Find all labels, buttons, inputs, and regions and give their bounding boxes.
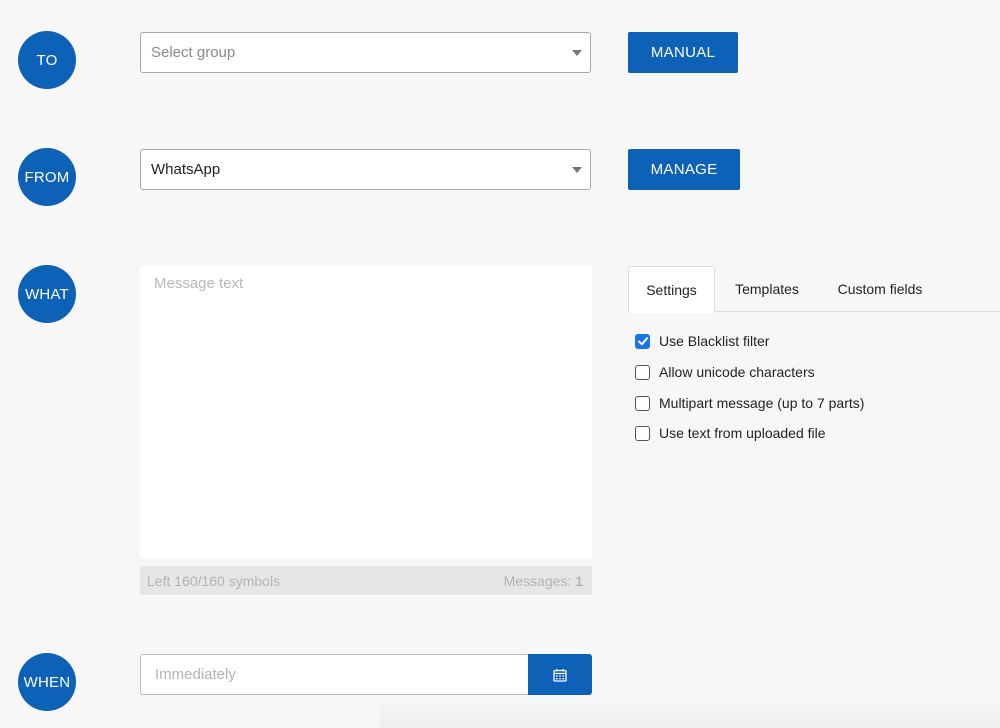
- checkbox-checked[interactable]: [635, 333, 650, 349]
- symbols-left-text: Left 160/160 symbols: [147, 572, 281, 589]
- tab-templates[interactable]: Templates: [721, 266, 813, 312]
- messages-count-text: Messages: 1: [504, 573, 583, 589]
- step-when-badge: WHEN: [18, 653, 76, 711]
- manual-button[interactable]: MANUAL: [628, 32, 738, 73]
- step-from-badge: FROM: [18, 148, 76, 206]
- option-label: Use text from uploaded file: [659, 425, 826, 441]
- sender-select-value: WhatsApp: [151, 161, 221, 178]
- checkbox[interactable]: [635, 395, 650, 411]
- message-textarea[interactable]: Message text: [140, 266, 592, 558]
- manage-button[interactable]: MANAGE: [628, 149, 740, 190]
- option-blacklist-filter[interactable]: Use Blacklist filter: [635, 333, 769, 349]
- sender-select[interactable]: WhatsApp: [140, 149, 591, 190]
- chevron-down-icon: [572, 167, 582, 173]
- bottom-shadow: [380, 700, 1000, 728]
- schedule-placeholder: Immediately: [155, 666, 236, 683]
- group-select-placeholder: Select group: [151, 44, 236, 61]
- checkmark-icon: [637, 337, 648, 346]
- schedule-input[interactable]: Immediately: [140, 654, 528, 695]
- option-unicode[interactable]: Allow unicode characters: [635, 364, 815, 380]
- chevron-down-icon: [572, 50, 582, 56]
- checkbox[interactable]: [635, 425, 650, 441]
- messages-count: 1: [575, 572, 583, 589]
- options-tabs: Settings Templates Custom fields: [628, 266, 1000, 313]
- tab-settings[interactable]: Settings: [628, 266, 715, 313]
- tab-custom-fields[interactable]: Custom fields: [826, 266, 934, 312]
- option-label: Use Blacklist filter: [659, 333, 770, 349]
- option-label: Multipart message (up to 7 parts): [659, 395, 865, 411]
- calendar-button[interactable]: [528, 654, 592, 695]
- message-counter-bar: Left 160/160 symbols Messages: 1: [140, 566, 592, 595]
- messages-label: Messages:: [503, 572, 572, 589]
- option-label: Allow unicode characters: [659, 364, 815, 380]
- step-to-badge: TO: [18, 31, 76, 89]
- option-uploaded-file-text[interactable]: Use text from uploaded file: [635, 425, 826, 441]
- calendar-icon: [553, 668, 567, 682]
- group-select[interactable]: Select group: [140, 32, 591, 73]
- checkbox[interactable]: [635, 364, 650, 380]
- step-what-badge: WHAT: [18, 265, 76, 323]
- message-placeholder: Message text: [154, 275, 244, 292]
- option-multipart[interactable]: Multipart message (up to 7 parts): [635, 395, 864, 411]
